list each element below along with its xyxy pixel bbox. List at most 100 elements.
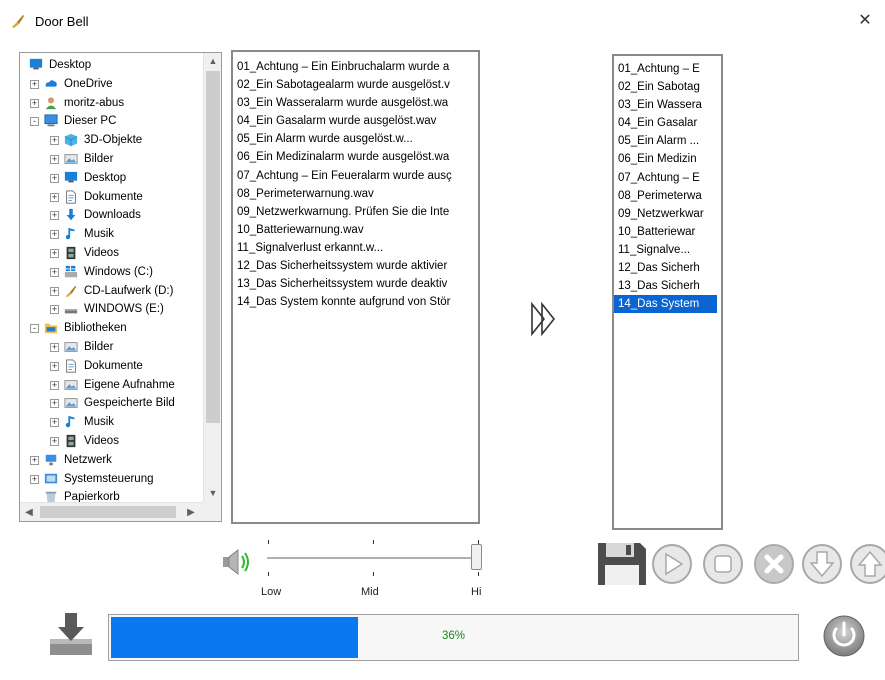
- collapse-icon[interactable]: -: [30, 324, 39, 334]
- sound-file-item[interactable]: 07_Achtung – Ein Feueralarm wurde ausç: [233, 167, 478, 185]
- tree-horizontal-scrollbar[interactable]: ◀ ▶: [20, 502, 204, 521]
- scroll-right-arrow-icon[interactable]: ▶: [182, 503, 200, 522]
- expand-icon[interactable]: +: [50, 399, 59, 409]
- tree-item[interactable]: + CD-Laufwerk (D:): [20, 282, 204, 301]
- tree-item[interactable]: + Bilder: [20, 150, 204, 169]
- move-down-button[interactable]: [801, 543, 843, 585]
- expand-icon[interactable]: +: [50, 418, 59, 428]
- tree-item[interactable]: + Musik: [20, 413, 204, 432]
- tree-item[interactable]: + OneDrive: [20, 75, 204, 94]
- expand-icon[interactable]: +: [50, 136, 59, 146]
- sound-file-item[interactable]: 12_Das Sicherheitssystem wurde aktivier: [233, 257, 478, 275]
- expand-icon[interactable]: +: [30, 474, 39, 484]
- expand-icon[interactable]: +: [30, 455, 39, 465]
- volume-slider-thumb[interactable]: [471, 544, 482, 570]
- tree-item[interactable]: + WINDOWS (E:): [20, 300, 204, 319]
- playlist-item[interactable]: 05_Ein Alarm ...: [614, 132, 721, 150]
- expand-icon[interactable]: +: [50, 267, 59, 277]
- expand-icon[interactable]: +: [50, 230, 59, 240]
- tree-item[interactable]: + Dokumente: [20, 188, 204, 207]
- sound-file-item[interactable]: 03_Ein Wasseralarm wurde ausgelöst.wa: [233, 94, 478, 112]
- expand-icon[interactable]: +: [50, 342, 59, 352]
- tree-item[interactable]: + Dokumente: [20, 357, 204, 376]
- move-up-button[interactable]: [849, 543, 885, 585]
- playlist-item[interactable]: 13_Das Sicherh: [614, 277, 721, 295]
- tree-item[interactable]: + Systemsteuerung: [20, 470, 204, 489]
- playlist-item[interactable]: 06_Ein Medizin: [614, 150, 721, 168]
- expand-icon[interactable]: +: [30, 98, 39, 108]
- sound-file-item[interactable]: 06_Ein Medizinalarm wurde ausgelöst.wa: [233, 148, 478, 166]
- tree-item[interactable]: + Gespeicherte Bild: [20, 394, 204, 413]
- tree-scroll-thumb[interactable]: [206, 71, 220, 423]
- sound-file-list[interactable]: 01_Achtung – Ein Einbruchalarm wurde a 02…: [231, 50, 480, 524]
- tree-item[interactable]: + Eigene Aufnahme: [20, 376, 204, 395]
- tree-item[interactable]: + Videos: [20, 244, 204, 263]
- expand-icon[interactable]: +: [50, 380, 59, 390]
- sound-file-item[interactable]: 13_Das Sicherheitssystem wurde deaktiv: [233, 275, 478, 293]
- playlist-item[interactable]: 11_Signalve...: [614, 241, 721, 259]
- delete-button[interactable]: [753, 543, 795, 585]
- scroll-up-arrow-icon[interactable]: ▲: [204, 53, 222, 70]
- playlist-item[interactable]: 10_Batteriewar: [614, 223, 721, 241]
- sound-file-item[interactable]: 01_Achtung – Ein Einbruchalarm wurde a: [233, 58, 478, 76]
- playlist-item[interactable]: 09_Netzwerkwar: [614, 205, 721, 223]
- tree-item[interactable]: + Netzwerk: [20, 451, 204, 470]
- playlist-item[interactable]: 12_Das Sicherh: [614, 259, 721, 277]
- tree-item[interactable]: - Bibliotheken: [20, 319, 204, 338]
- folder-tree[interactable]: Desktop + OneDrive + moritz-abus - Dieser PC +3…: [19, 52, 222, 522]
- sound-file-item[interactable]: 04_Ein Gasalarm wurde ausgelöst.wav: [233, 112, 478, 130]
- tree-item[interactable]: + Videos: [20, 432, 204, 451]
- sound-file-item[interactable]: 02_Ein Sabotagealarm wurde ausgelöst.v: [233, 76, 478, 94]
- tree-item-label: Netzwerk: [64, 453, 112, 466]
- playlist[interactable]: 01_Achtung – E 02_Ein Sabotag 03_Ein Wasse…: [612, 54, 723, 530]
- expand-icon[interactable]: +: [50, 192, 59, 202]
- collapse-icon[interactable]: -: [30, 117, 39, 127]
- sound-file-item[interactable]: 10_Batteriewarnung.wav: [233, 221, 478, 239]
- scroll-down-arrow-icon[interactable]: ▼: [204, 485, 222, 502]
- tree-item[interactable]: Papierkorb: [20, 488, 204, 502]
- volume-slider[interactable]: Low Mid Hi: [261, 540, 485, 600]
- expand-icon[interactable]: +: [50, 286, 59, 296]
- tree-hscroll-thumb[interactable]: [40, 506, 176, 518]
- playlist-item[interactable]: 03_Ein Wassera: [614, 96, 721, 114]
- slider-tick-bottom: [268, 572, 269, 576]
- sound-file-item[interactable]: 08_Perimeterwarnung.wav: [233, 185, 478, 203]
- tree-vertical-scrollbar[interactable]: ▲ ▼: [203, 53, 221, 502]
- power-button[interactable]: [822, 614, 866, 658]
- playlist-item[interactable]: 01_Achtung – E: [614, 60, 721, 78]
- save-button[interactable]: [596, 541, 648, 587]
- expand-icon[interactable]: +: [50, 361, 59, 371]
- close-button[interactable]: ✕: [855, 11, 875, 31]
- document-icon: [66, 190, 76, 204]
- playlist-item[interactable]: 02_Ein Sabotag: [614, 78, 721, 96]
- tree-item[interactable]: + Bilder: [20, 338, 204, 357]
- expand-icon[interactable]: +: [50, 305, 59, 315]
- expand-icon[interactable]: +: [50, 436, 59, 446]
- tree-item[interactable]: + Musik: [20, 225, 204, 244]
- sound-file-item[interactable]: 14_Das System konnte aufgrund von Stör: [233, 293, 478, 311]
- tree-item[interactable]: +3D-Objekte: [20, 131, 204, 150]
- playlist-item[interactable]: 04_Ein Gasalar: [614, 114, 721, 132]
- playlist-item[interactable]: 07_Achtung – E: [614, 169, 721, 187]
- tree-item[interactable]: Desktop: [20, 56, 204, 75]
- playlist-item[interactable]: 14_Das System: [614, 295, 717, 314]
- sound-file-item[interactable]: 11_Signalverlust erkannt.w...: [233, 239, 478, 257]
- stop-button[interactable]: [702, 543, 744, 585]
- expand-icon[interactable]: +: [50, 173, 59, 183]
- expand-icon[interactable]: +: [50, 211, 59, 221]
- sound-file-item[interactable]: 05_Ein Alarm wurde ausgelöst.w...: [233, 130, 478, 148]
- scroll-left-arrow-icon[interactable]: ◀: [20, 503, 38, 522]
- sound-file-item[interactable]: 09_Netzwerkwarnung. Prüfen Sie die Inte: [233, 203, 478, 221]
- tree-item[interactable]: - Dieser PC: [20, 112, 204, 131]
- tree-item[interactable]: + Downloads: [20, 206, 204, 225]
- playlist-item[interactable]: 08_Perimeterwa: [614, 187, 721, 205]
- expand-icon[interactable]: +: [50, 248, 59, 258]
- expand-icon[interactable]: +: [30, 79, 39, 89]
- expand-icon[interactable]: +: [50, 154, 59, 164]
- tree-item[interactable]: + Desktop: [20, 169, 204, 188]
- tree-item[interactable]: + Windows (C:): [20, 263, 204, 282]
- tree-item[interactable]: + moritz-abus: [20, 94, 204, 113]
- play-button[interactable]: [651, 543, 693, 585]
- add-to-playlist-button[interactable]: [530, 302, 560, 336]
- progress-percent: 36%: [441, 630, 466, 642]
